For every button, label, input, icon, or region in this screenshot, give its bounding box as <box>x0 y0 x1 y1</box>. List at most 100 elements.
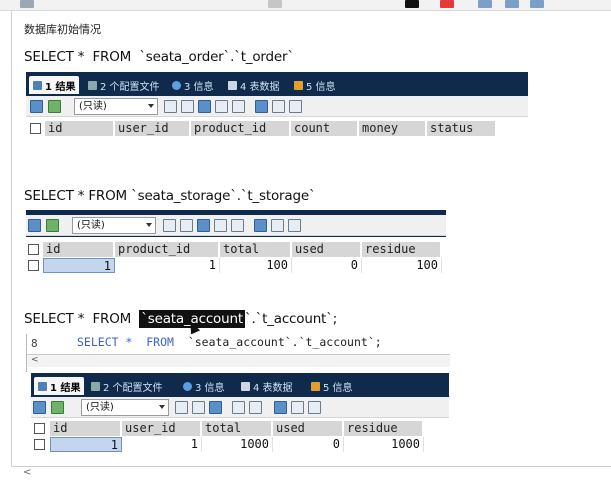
text-view-icon[interactable] <box>308 401 321 414</box>
export-icon[interactable] <box>33 401 46 414</box>
column-header[interactable]: residue <box>362 242 442 257</box>
column-header[interactable]: residue <box>344 421 424 436</box>
form-view-icon[interactable] <box>271 219 284 232</box>
column-header[interactable]: money <box>359 121 427 136</box>
code-line: SELECT * FROM `seata_account`.`t_account… <box>77 335 382 349</box>
save-icon[interactable] <box>209 401 222 414</box>
delete-icon[interactable] <box>214 219 227 232</box>
toolbar-icon[interactable] <box>530 0 544 8</box>
color-swatch-icon[interactable] <box>440 0 454 8</box>
table-cell[interactable]: 1 <box>122 437 202 452</box>
duplicate-row-icon[interactable] <box>192 401 205 414</box>
grid-view-icon[interactable] <box>255 100 268 113</box>
delete-icon[interactable] <box>215 100 228 113</box>
tab-profiles[interactable]: 2 个配置文件 <box>88 76 160 94</box>
chevron-down-icon <box>146 223 152 227</box>
save-icon[interactable] <box>198 100 211 113</box>
grid-view-icon[interactable] <box>274 401 287 414</box>
table-cell[interactable]: 1000 <box>202 437 273 452</box>
import-icon[interactable] <box>46 219 59 232</box>
toolbar-icon[interactable] <box>505 0 519 8</box>
cancel-icon[interactable] <box>249 401 262 414</box>
column-header[interactable]: status <box>427 121 497 136</box>
save-icon[interactable] <box>197 219 210 232</box>
cancel-icon[interactable] <box>231 219 244 232</box>
table-cell[interactable]: 0 <box>292 258 362 273</box>
row-checkbox[interactable] <box>34 439 45 450</box>
duplicate-row-icon[interactable] <box>180 219 193 232</box>
table-cell[interactable]: 1 <box>115 258 220 273</box>
column-header[interactable]: product_id <box>115 242 220 257</box>
text-view-icon[interactable] <box>289 100 302 113</box>
column-header[interactable]: total <box>220 242 292 257</box>
mode-select[interactable]: (只读) <box>74 98 158 115</box>
tab-info[interactable]: 3 信息 <box>183 377 225 395</box>
tab-profiles[interactable]: 2 个配置文件 <box>91 377 163 395</box>
table-row[interactable]: 1 1 100 0 100 <box>26 258 446 273</box>
chevron-down-icon <box>148 104 154 108</box>
scroll-left-button[interactable]: < <box>23 467 31 478</box>
cancel-icon[interactable] <box>232 100 245 113</box>
add-row-icon[interactable] <box>163 219 176 232</box>
column-header[interactable]: count <box>291 121 359 136</box>
duplicate-row-icon[interactable] <box>181 100 194 113</box>
tab-label: 1 结果 <box>45 81 76 93</box>
import-icon[interactable] <box>48 100 61 113</box>
sql-editor[interactable]: 8 SELECT * FROM `seata_account`.`t_accou… <box>26 334 450 372</box>
table-cell[interactable]: 100 <box>220 258 292 273</box>
column-header[interactable]: total <box>202 421 273 436</box>
table-cell[interactable]: 100 <box>362 258 442 273</box>
select-all-checkbox[interactable] <box>34 423 45 434</box>
result-toolbar: (只读) <box>26 96 528 117</box>
text-view-icon[interactable] <box>288 219 301 232</box>
form-view-icon[interactable] <box>291 401 304 414</box>
tab-table-data[interactable]: 4 表数据 <box>241 377 293 395</box>
profile-icon <box>88 80 97 90</box>
import-icon[interactable] <box>51 401 64 414</box>
column-header[interactable]: user_id <box>115 121 191 136</box>
tab-info-2[interactable]: 5 信息 <box>294 76 336 94</box>
horizontal-scrollbar[interactable]: < <box>27 354 450 367</box>
scroll-left-button[interactable]: < <box>31 355 39 365</box>
add-row-icon[interactable] <box>175 401 188 414</box>
toolbar-icon[interactable] <box>268 0 282 8</box>
tab-info-2[interactable]: 5 信息 <box>311 377 353 395</box>
column-header[interactable]: used <box>292 242 362 257</box>
row-checkbox[interactable] <box>28 260 39 271</box>
mode-select[interactable]: (只读) <box>72 217 156 234</box>
grid-view-icon[interactable] <box>254 219 267 232</box>
table-cell[interactable]: 1 <box>43 258 115 273</box>
column-header[interactable]: id <box>50 421 122 436</box>
page-title: 数据库初始情况 <box>24 23 101 36</box>
toolbar-icon[interactable] <box>20 0 34 8</box>
tab-results[interactable]: 1 结果 <box>34 377 85 395</box>
result-tabs: 1 结果 2 个配置文件 3 信息 4 表数据 5 信息 <box>31 373 449 397</box>
tab-results[interactable]: 1 结果 <box>29 76 80 94</box>
select-all-checkbox[interactable] <box>28 244 39 255</box>
line-number: 8 <box>31 337 38 350</box>
column-header[interactable]: product_id <box>191 121 291 136</box>
mode-select[interactable]: (只读) <box>81 399 169 416</box>
tab-table-data[interactable]: 4 表数据 <box>228 76 280 94</box>
table-cell[interactable]: 0 <box>273 437 344 452</box>
column-header[interactable]: user_id <box>122 421 202 436</box>
table-cell[interactable]: 1000 <box>344 437 424 452</box>
select-all-checkbox[interactable] <box>30 123 41 134</box>
table-cell[interactable]: 1 <box>50 437 122 452</box>
bottom-scrollbar[interactable]: < <box>11 466 611 482</box>
form-view-icon[interactable] <box>272 100 285 113</box>
tab-info[interactable]: 3 信息 <box>172 76 214 94</box>
export-icon[interactable] <box>28 219 41 232</box>
column-header[interactable]: id <box>45 121 115 136</box>
header-row: id user_id product_id count money status <box>26 121 497 136</box>
sql-text: SELECT * FROM <box>24 311 140 327</box>
toolbar-icon[interactable] <box>478 0 492 8</box>
export-icon[interactable] <box>30 100 43 113</box>
add-row-icon[interactable] <box>164 100 177 113</box>
delete-icon[interactable] <box>232 401 245 414</box>
info-chart-icon <box>311 381 320 391</box>
column-header[interactable]: id <box>43 242 115 257</box>
table-row[interactable]: 1 1 1000 0 1000 <box>31 437 449 452</box>
color-swatch-icon[interactable] <box>405 0 419 8</box>
column-header[interactable]: used <box>273 421 344 436</box>
